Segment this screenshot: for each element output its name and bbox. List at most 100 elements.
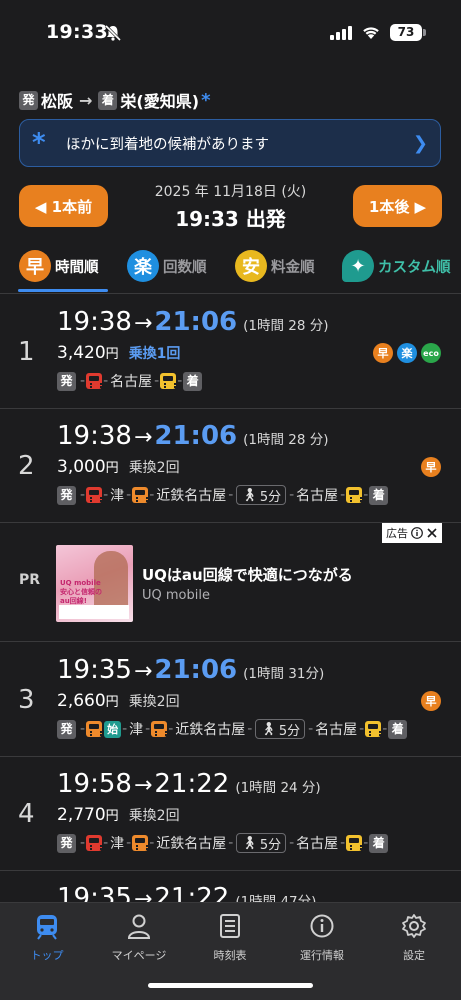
fare-row: 3,420 円 乗換1回 (57, 343, 180, 363)
result-badges: 早 楽 eco (373, 343, 441, 363)
easy-icon: 楽 (127, 250, 159, 282)
result-rank: 2 (18, 451, 35, 481)
ad-close-icon[interactable] (426, 527, 438, 539)
departure-time: 19:58 (57, 769, 132, 799)
arrival-time: 21:06 (154, 421, 238, 451)
asterisk-icon: * (32, 128, 46, 158)
from-station: 松阪 (41, 92, 74, 111)
ad-label[interactable]: 広告 (382, 523, 442, 543)
tab-label: 設定 (403, 949, 425, 962)
route-result-1[interactable]: 1 19:38 → 21:06 (1時間 28 分) 3,420 円 乗換1回 … (0, 295, 461, 409)
arrival-tag: 着 (98, 90, 118, 110)
train-icon (86, 721, 103, 737)
tab-timetable[interactable]: 時刻表 (190, 913, 270, 963)
route-result-4[interactable]: 4 19:58 → 21:22 (1時間 24 分) 2,770 円 乗換2回 … (0, 757, 461, 871)
result-badges: 早 (421, 691, 441, 711)
to-station: 栄(愛知県) (120, 92, 200, 111)
result-rank: 4 (18, 799, 35, 829)
station-name: 津 (110, 488, 125, 504)
candidates-text: ほかに到着地の候補があります (66, 136, 269, 153)
walking-person-icon: 🚶︎ (241, 835, 258, 851)
fastest-badge: 早 (421, 691, 441, 711)
arrival-tag: 着 (388, 719, 408, 739)
tab-transfer-order[interactable]: 楽 回数順 (127, 250, 207, 282)
status-time: 19:33 (46, 21, 108, 43)
arrival-time: 21:22 (154, 769, 230, 799)
fare-amount: 3,420 (57, 343, 106, 363)
train-icon (160, 373, 177, 389)
previous-train-button[interactable]: ◀ 1本前 (19, 185, 108, 227)
tab-label: 時刻表 (213, 949, 247, 962)
time-arrow: → (133, 773, 153, 798)
eco-badge: eco (421, 343, 441, 363)
ad-thumb-text: UQ mobile 安心と信頼の au回線! (60, 579, 102, 605)
tab-label: 運行情報 (300, 949, 344, 962)
info-icon (310, 914, 334, 938)
transfer-count: 乗換1回 (128, 346, 181, 362)
advertisement[interactable]: PR UQ mobile 安心と信頼の au回線! UQはau回線で快適につながる … (0, 523, 461, 642)
home-indicator[interactable] (148, 983, 313, 988)
arrival-time: 21:06 (154, 655, 238, 685)
battery-indicator: 73 (390, 24, 422, 41)
wifi-icon (363, 27, 379, 39)
bell-muted-icon (104, 24, 122, 42)
time-arrow: → (133, 311, 153, 336)
transfer-count: 乗換2回 (128, 694, 180, 710)
station-name: 津 (110, 836, 125, 852)
route-path: 発 -- 津 -- 近鉄名古屋 - 🚶︎ 5分 - 名古屋 -- 着 (57, 833, 391, 853)
fastest-badge: 早 (373, 343, 393, 363)
tab-custom-order[interactable]: ✦ カスタム順 (342, 250, 451, 282)
train-icon (346, 487, 363, 503)
yen-unit: 円 (105, 347, 119, 362)
route-result-3[interactable]: 3 19:35 → 21:06 (1時間 31分) 2,660 円 乗換2回 発… (0, 643, 461, 757)
route-header: 発 松阪 → 着 栄(愛知県) * (19, 88, 210, 112)
ad-info-icon[interactable] (411, 527, 423, 539)
tab-mypage[interactable]: マイページ (99, 913, 179, 963)
fare-amount: 2,660 (57, 691, 106, 711)
departure-tag: 発 (57, 371, 76, 391)
walk-segment: 🚶︎ 5分 (236, 833, 287, 853)
asterisk-mark: * (201, 89, 211, 111)
next-train-button[interactable]: 1本後 ▶ (353, 185, 442, 227)
tab-settings[interactable]: 設定 (374, 913, 454, 963)
tab-service-info[interactable]: 運行情報 (282, 913, 362, 963)
travel-duration: (1時間 24 分) (235, 780, 321, 796)
fast-icon: 早 (19, 250, 51, 282)
train-icon (86, 373, 103, 389)
walk-time: 5分 (259, 489, 282, 505)
fare-amount: 3,000 (57, 457, 106, 477)
station-name: 近鉄名古屋 (156, 488, 227, 504)
ad-label-text: 広告 (386, 527, 408, 540)
ad-thumb-footer (59, 605, 129, 619)
train-icon (132, 487, 149, 503)
tab-label: トップ (30, 949, 64, 962)
walk-time: 5分 (278, 723, 301, 739)
status-bar: 19:33 73 (0, 0, 461, 68)
tab-label: カスタム順 (378, 259, 451, 276)
tab-time-order[interactable]: 早 時間順 (19, 250, 99, 282)
ad-headline: UQはau回線で快適につながる (142, 566, 353, 584)
result-rank: 1 (18, 337, 35, 367)
result-times: 19:35 → 21:06 (1時間 31分) (57, 655, 324, 685)
train-icon (132, 835, 149, 851)
train-icon (86, 487, 103, 503)
custom-sparkle-icon: ✦ (342, 250, 374, 282)
walk-segment: 🚶︎ 5分 (255, 719, 306, 739)
tab-top[interactable]: トップ (7, 913, 87, 963)
gear-icon (402, 914, 426, 938)
result-times: 19:38 → 21:06 (1時間 28 分) (57, 421, 329, 451)
ad-thumbnail: UQ mobile 安心と信頼の au回線! (56, 545, 133, 622)
route-result-2[interactable]: 2 19:38 → 21:06 (1時間 28 分) 3,000 円 乗換2回 … (0, 409, 461, 523)
departure-time: 19:35 (57, 655, 132, 685)
tab-fare-order[interactable]: 安 料金順 (235, 250, 315, 282)
search-datetime[interactable]: 2025 年 11月18日 (火) 19:33 出発 (108, 181, 353, 232)
tab-label: 回数順 (163, 259, 207, 276)
travel-duration: (1時間 28 分) (243, 432, 329, 448)
destination-candidates-banner[interactable]: * ほかに到着地の候補があります ❯ (19, 119, 441, 167)
walking-person-icon: 🚶︎ (260, 721, 277, 737)
result-times: 19:58 → 21:22 (1時間 24 分) (57, 769, 321, 799)
departure-tag: 発 (57, 833, 76, 853)
sort-tabs: 早 時間順 楽 回数順 安 料金順 ✦ カスタム順 (0, 246, 461, 294)
station-name: 名古屋 (110, 374, 153, 390)
departure-time: 19:33 出発 (175, 207, 286, 231)
